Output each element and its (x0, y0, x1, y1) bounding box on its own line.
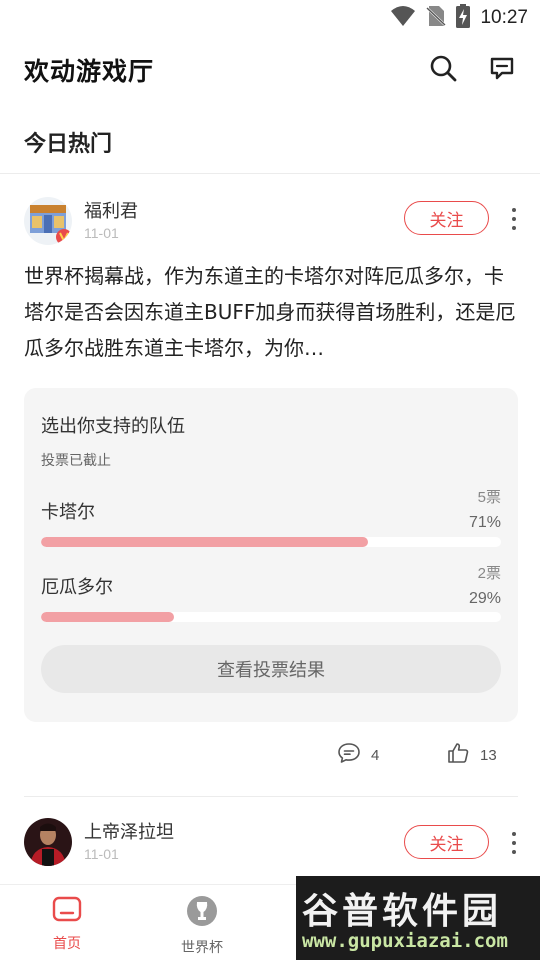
post-text[interactable]: 世界杯揭幕战，作为东道主的卡塔尔对阵厄瓜多尔，卡塔尔是否会因东道主BUFF加身而… (24, 258, 516, 366)
search-icon (429, 54, 457, 86)
more-dot-icon (512, 850, 516, 854)
more-options-button[interactable] (508, 205, 520, 233)
more-dot-icon (512, 832, 516, 836)
comment-count: 4 (371, 746, 380, 764)
avatar[interactable] (24, 197, 72, 245)
vote-card: 选出你支持的队伍 投票已截止 卡塔尔 5票 71% 厄瓜多尔 2票 29% 查看… (24, 388, 518, 722)
more-dot-icon (512, 217, 516, 221)
vote-option-name: 卡塔尔 (41, 502, 95, 523)
vote-status: 投票已截止 (41, 453, 111, 469)
home-icon (52, 895, 82, 927)
thumbs-up-icon (446, 741, 470, 769)
vote-option-percent: 29% (468, 590, 501, 607)
nav-label: 世界杯 (181, 940, 223, 956)
nav-label: 首页 (53, 936, 81, 952)
post-actions: 4 13 (0, 740, 540, 772)
wifi-icon (390, 5, 416, 31)
more-options-button[interactable] (508, 829, 520, 857)
vote-option-count: 2票 (477, 565, 501, 582)
nav-item-home[interactable]: 首页 (27, 895, 107, 955)
nav-item-world-cup[interactable]: 世界杯 (162, 895, 242, 956)
post-date: 11-01 (84, 846, 119, 862)
section-title: 今日热门 (24, 132, 113, 157)
vote-option-count: 5票 (477, 489, 501, 506)
watermark-overlay: 谷普软件园 www.gupuxiazai.com (296, 876, 540, 960)
world-cup-trophy-icon (186, 895, 218, 931)
app-header: 欢动游戏厅 (0, 44, 540, 96)
like-count: 13 (480, 746, 497, 764)
vote-bar-track (41, 612, 501, 622)
follow-button[interactable]: 关注 (404, 201, 489, 235)
post-divider (24, 796, 518, 797)
like-button[interactable]: 13 (446, 740, 497, 770)
vote-title: 选出你支持的队伍 (41, 416, 185, 437)
watermark-url: www.gupuxiazai.com (302, 930, 508, 952)
section-divider (0, 173, 540, 174)
comment-button[interactable]: 4 (337, 740, 379, 770)
vote-option-percent: 71% (468, 514, 501, 531)
vote-bar-fill (41, 612, 175, 622)
post-date: 11-01 (84, 225, 119, 241)
no-sim-icon (426, 5, 447, 31)
author-name[interactable]: 上帝泽拉坦 (84, 818, 174, 844)
watermark-title: 谷普软件园 (302, 891, 503, 932)
comment-icon (337, 741, 361, 769)
post-header: 福利君 11-01 关注 (0, 197, 540, 257)
message-icon (488, 54, 516, 86)
post-header: 上帝泽拉坦 11-01 关注 (0, 818, 540, 878)
battery-charging-icon (456, 4, 471, 32)
vote-bar-track (41, 537, 501, 547)
avatar[interactable] (24, 818, 72, 866)
follow-button[interactable]: 关注 (404, 825, 489, 859)
status-bar: 10:27 (0, 0, 540, 36)
vote-bar-fill (41, 537, 368, 547)
more-dot-icon (512, 226, 516, 230)
message-button[interactable] (486, 54, 518, 86)
app-title: 欢动游戏厅 (24, 57, 155, 86)
view-results-button[interactable]: 查看投票结果 (41, 645, 501, 693)
author-name[interactable]: 福利君 (84, 197, 138, 223)
search-button[interactable] (427, 54, 459, 86)
more-dot-icon (512, 208, 516, 212)
vote-option-name: 厄瓜多尔 (41, 577, 113, 598)
status-icons: 10:27 (390, 4, 528, 32)
status-time: 10:27 (480, 7, 528, 28)
more-dot-icon (512, 841, 516, 845)
